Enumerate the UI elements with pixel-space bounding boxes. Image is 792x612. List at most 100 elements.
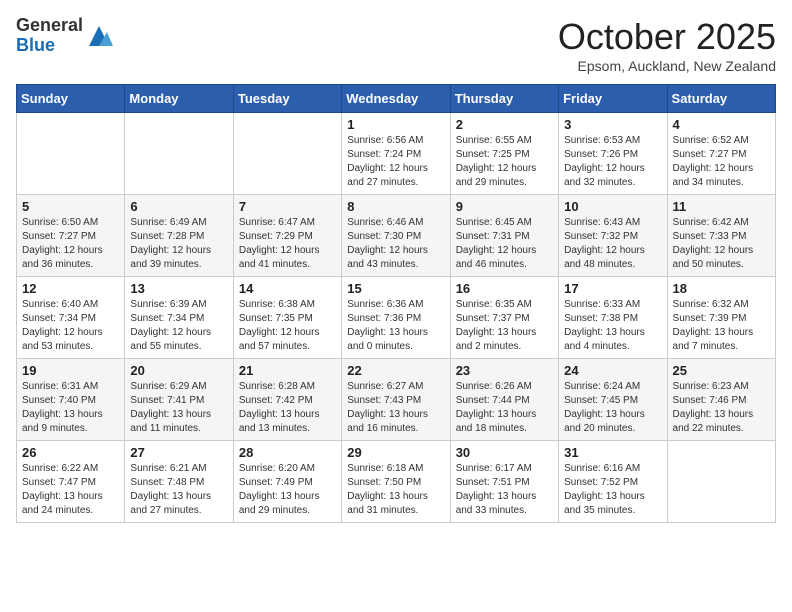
day-number: 31 <box>564 445 661 460</box>
calendar-cell: 15Sunrise: 6:36 AM Sunset: 7:36 PM Dayli… <box>342 277 450 359</box>
calendar-week-row: 12 Sunrise: 6:40 AM Sunset: 7:34 PM Dayli… <box>17 277 776 359</box>
calendar-cell: 12 Sunrise: 6:40 AM Sunset: 7:34 PM Dayli… <box>17 277 125 359</box>
calendar-cell: 18 Sunrise: 6:32 AM Sunset: 7:39 PM Dayli… <box>667 277 775 359</box>
day-number: 10 <box>564 199 661 214</box>
calendar-table: SundayMondayTuesdayWednesdayThursdayFrid… <box>16 84 776 523</box>
day-info: Sunrise: 6:56 AM Sunset: 7:24 PM Dayligh… <box>347 134 444 190</box>
day-info: Sunrise: 6:29 AM Sunset: 7:41 PM Dayligh… <box>130 380 227 436</box>
calendar-week-row: 5Sunrise: 6:50 AM Sunset: 7:27 PM Daylig… <box>17 195 776 277</box>
calendar-cell: 29 Sunrise: 6:18 AM Sunset: 7:50 PM Dayli… <box>342 441 450 523</box>
calendar-cell: 20 Sunrise: 6:29 AM Sunset: 7:41 PM Dayli… <box>125 359 233 441</box>
calendar-cell: 4 Sunrise: 6:52 AM Sunset: 7:27 PM Daylig… <box>667 113 775 195</box>
day-number: 19 <box>22 363 119 378</box>
day-number: 17 <box>564 281 661 296</box>
calendar-cell: 30 Sunrise: 6:17 AM Sunset: 7:51 PM Dayli… <box>450 441 558 523</box>
day-number: 22 <box>347 363 444 378</box>
day-info: Sunrise: 6:43 AM Sunset: 7:32 PM Dayligh… <box>564 216 661 272</box>
day-number: 1 <box>347 117 444 132</box>
day-number: 18 <box>673 281 770 296</box>
title-block: October 2025 Epsom, Auckland, New Zealan… <box>558 16 776 74</box>
day-info: Sunrise: 6:40 AM Sunset: 7:34 PM Dayligh… <box>22 298 119 354</box>
day-number: 20 <box>130 363 227 378</box>
weekday-header-saturday: Saturday <box>667 85 775 113</box>
day-info: Sunrise: 6:23 AM Sunset: 7:46 PM Dayligh… <box>673 380 770 436</box>
day-info: Sunrise: 6:18 AM Sunset: 7:50 PM Dayligh… <box>347 462 444 518</box>
calendar-cell <box>667 441 775 523</box>
calendar-cell: 17Sunrise: 6:33 AM Sunset: 7:38 PM Dayli… <box>559 277 667 359</box>
day-number: 5 <box>22 199 119 214</box>
calendar-week-row: 26 Sunrise: 6:22 AM Sunset: 7:47 PM Dayli… <box>17 441 776 523</box>
calendar-cell: 13Sunrise: 6:39 AM Sunset: 7:34 PM Dayli… <box>125 277 233 359</box>
logo-general-text: General <box>16 16 83 36</box>
day-info: Sunrise: 6:45 AM Sunset: 7:31 PM Dayligh… <box>456 216 553 272</box>
day-number: 28 <box>239 445 336 460</box>
day-info: Sunrise: 6:49 AM Sunset: 7:28 PM Dayligh… <box>130 216 227 272</box>
calendar-cell <box>17 113 125 195</box>
calendar-cell <box>233 113 341 195</box>
calendar-cell: 9 Sunrise: 6:45 AM Sunset: 7:31 PM Daylig… <box>450 195 558 277</box>
day-info: Sunrise: 6:28 AM Sunset: 7:42 PM Dayligh… <box>239 380 336 436</box>
day-info: Sunrise: 6:21 AM Sunset: 7:48 PM Dayligh… <box>130 462 227 518</box>
weekday-header-sunday: Sunday <box>17 85 125 113</box>
month-title: October 2025 <box>558 16 776 58</box>
calendar-cell: 11 Sunrise: 6:42 AM Sunset: 7:33 PM Dayli… <box>667 195 775 277</box>
calendar-cell: 23 Sunrise: 6:26 AM Sunset: 7:44 PM Dayli… <box>450 359 558 441</box>
day-info: Sunrise: 6:38 AM Sunset: 7:35 PM Dayligh… <box>239 298 336 354</box>
calendar-week-row: 19 Sunrise: 6:31 AM Sunset: 7:40 PM Dayli… <box>17 359 776 441</box>
day-number: 8 <box>347 199 444 214</box>
calendar-cell: 16Sunrise: 6:35 AM Sunset: 7:37 PM Dayli… <box>450 277 558 359</box>
day-number: 12 <box>22 281 119 296</box>
day-info: Sunrise: 6:53 AM Sunset: 7:26 PM Dayligh… <box>564 134 661 190</box>
day-number: 23 <box>456 363 553 378</box>
calendar-cell: 14 Sunrise: 6:38 AM Sunset: 7:35 PM Dayli… <box>233 277 341 359</box>
day-number: 27 <box>130 445 227 460</box>
calendar-cell: 27 Sunrise: 6:21 AM Sunset: 7:48 PM Dayli… <box>125 441 233 523</box>
logo-blue-text: Blue <box>16 36 83 56</box>
day-info: Sunrise: 6:26 AM Sunset: 7:44 PM Dayligh… <box>456 380 553 436</box>
day-number: 29 <box>347 445 444 460</box>
day-number: 14 <box>239 281 336 296</box>
day-number: 26 <box>22 445 119 460</box>
day-number: 6 <box>130 199 227 214</box>
day-number: 9 <box>456 199 553 214</box>
calendar-cell: 1 Sunrise: 6:56 AM Sunset: 7:24 PM Daylig… <box>342 113 450 195</box>
weekday-header-wednesday: Wednesday <box>342 85 450 113</box>
calendar-cell: 8Sunrise: 6:46 AM Sunset: 7:30 PM Daylig… <box>342 195 450 277</box>
calendar-cell: 7 Sunrise: 6:47 AM Sunset: 7:29 PM Daylig… <box>233 195 341 277</box>
weekday-header-friday: Friday <box>559 85 667 113</box>
day-number: 25 <box>673 363 770 378</box>
day-info: Sunrise: 6:35 AM Sunset: 7:37 PM Dayligh… <box>456 298 553 354</box>
weekday-header-tuesday: Tuesday <box>233 85 341 113</box>
calendar-cell: 28Sunrise: 6:20 AM Sunset: 7:49 PM Dayli… <box>233 441 341 523</box>
day-info: Sunrise: 6:32 AM Sunset: 7:39 PM Dayligh… <box>673 298 770 354</box>
calendar-cell: 10 Sunrise: 6:43 AM Sunset: 7:32 PM Dayli… <box>559 195 667 277</box>
day-info: Sunrise: 6:39 AM Sunset: 7:34 PM Dayligh… <box>130 298 227 354</box>
calendar-cell: 22 Sunrise: 6:27 AM Sunset: 7:43 PM Dayli… <box>342 359 450 441</box>
day-number: 24 <box>564 363 661 378</box>
weekday-header-monday: Monday <box>125 85 233 113</box>
day-info: Sunrise: 6:16 AM Sunset: 7:52 PM Dayligh… <box>564 462 661 518</box>
day-number: 4 <box>673 117 770 132</box>
logo: General Blue <box>16 16 113 56</box>
day-number: 7 <box>239 199 336 214</box>
day-info: Sunrise: 6:31 AM Sunset: 7:40 PM Dayligh… <box>22 380 119 436</box>
calendar-cell: 26 Sunrise: 6:22 AM Sunset: 7:47 PM Dayli… <box>17 441 125 523</box>
day-info: Sunrise: 6:36 AM Sunset: 7:36 PM Dayligh… <box>347 298 444 354</box>
day-info: Sunrise: 6:42 AM Sunset: 7:33 PM Dayligh… <box>673 216 770 272</box>
day-number: 30 <box>456 445 553 460</box>
logo-icon <box>85 22 113 50</box>
day-number: 21 <box>239 363 336 378</box>
day-info: Sunrise: 6:47 AM Sunset: 7:29 PM Dayligh… <box>239 216 336 272</box>
day-number: 11 <box>673 199 770 214</box>
calendar-cell: 24 Sunrise: 6:24 AM Sunset: 7:45 PM Dayli… <box>559 359 667 441</box>
day-info: Sunrise: 6:52 AM Sunset: 7:27 PM Dayligh… <box>673 134 770 190</box>
day-info: Sunrise: 6:27 AM Sunset: 7:43 PM Dayligh… <box>347 380 444 436</box>
calendar-cell: 5Sunrise: 6:50 AM Sunset: 7:27 PM Daylig… <box>17 195 125 277</box>
day-info: Sunrise: 6:17 AM Sunset: 7:51 PM Dayligh… <box>456 462 553 518</box>
day-info: Sunrise: 6:24 AM Sunset: 7:45 PM Dayligh… <box>564 380 661 436</box>
weekday-header-row: SundayMondayTuesdayWednesdayThursdayFrid… <box>17 85 776 113</box>
day-info: Sunrise: 6:22 AM Sunset: 7:47 PM Dayligh… <box>22 462 119 518</box>
page-header: General Blue October 2025 Epsom, Aucklan… <box>16 16 776 74</box>
location-text: Epsom, Auckland, New Zealand <box>558 58 776 74</box>
weekday-header-thursday: Thursday <box>450 85 558 113</box>
